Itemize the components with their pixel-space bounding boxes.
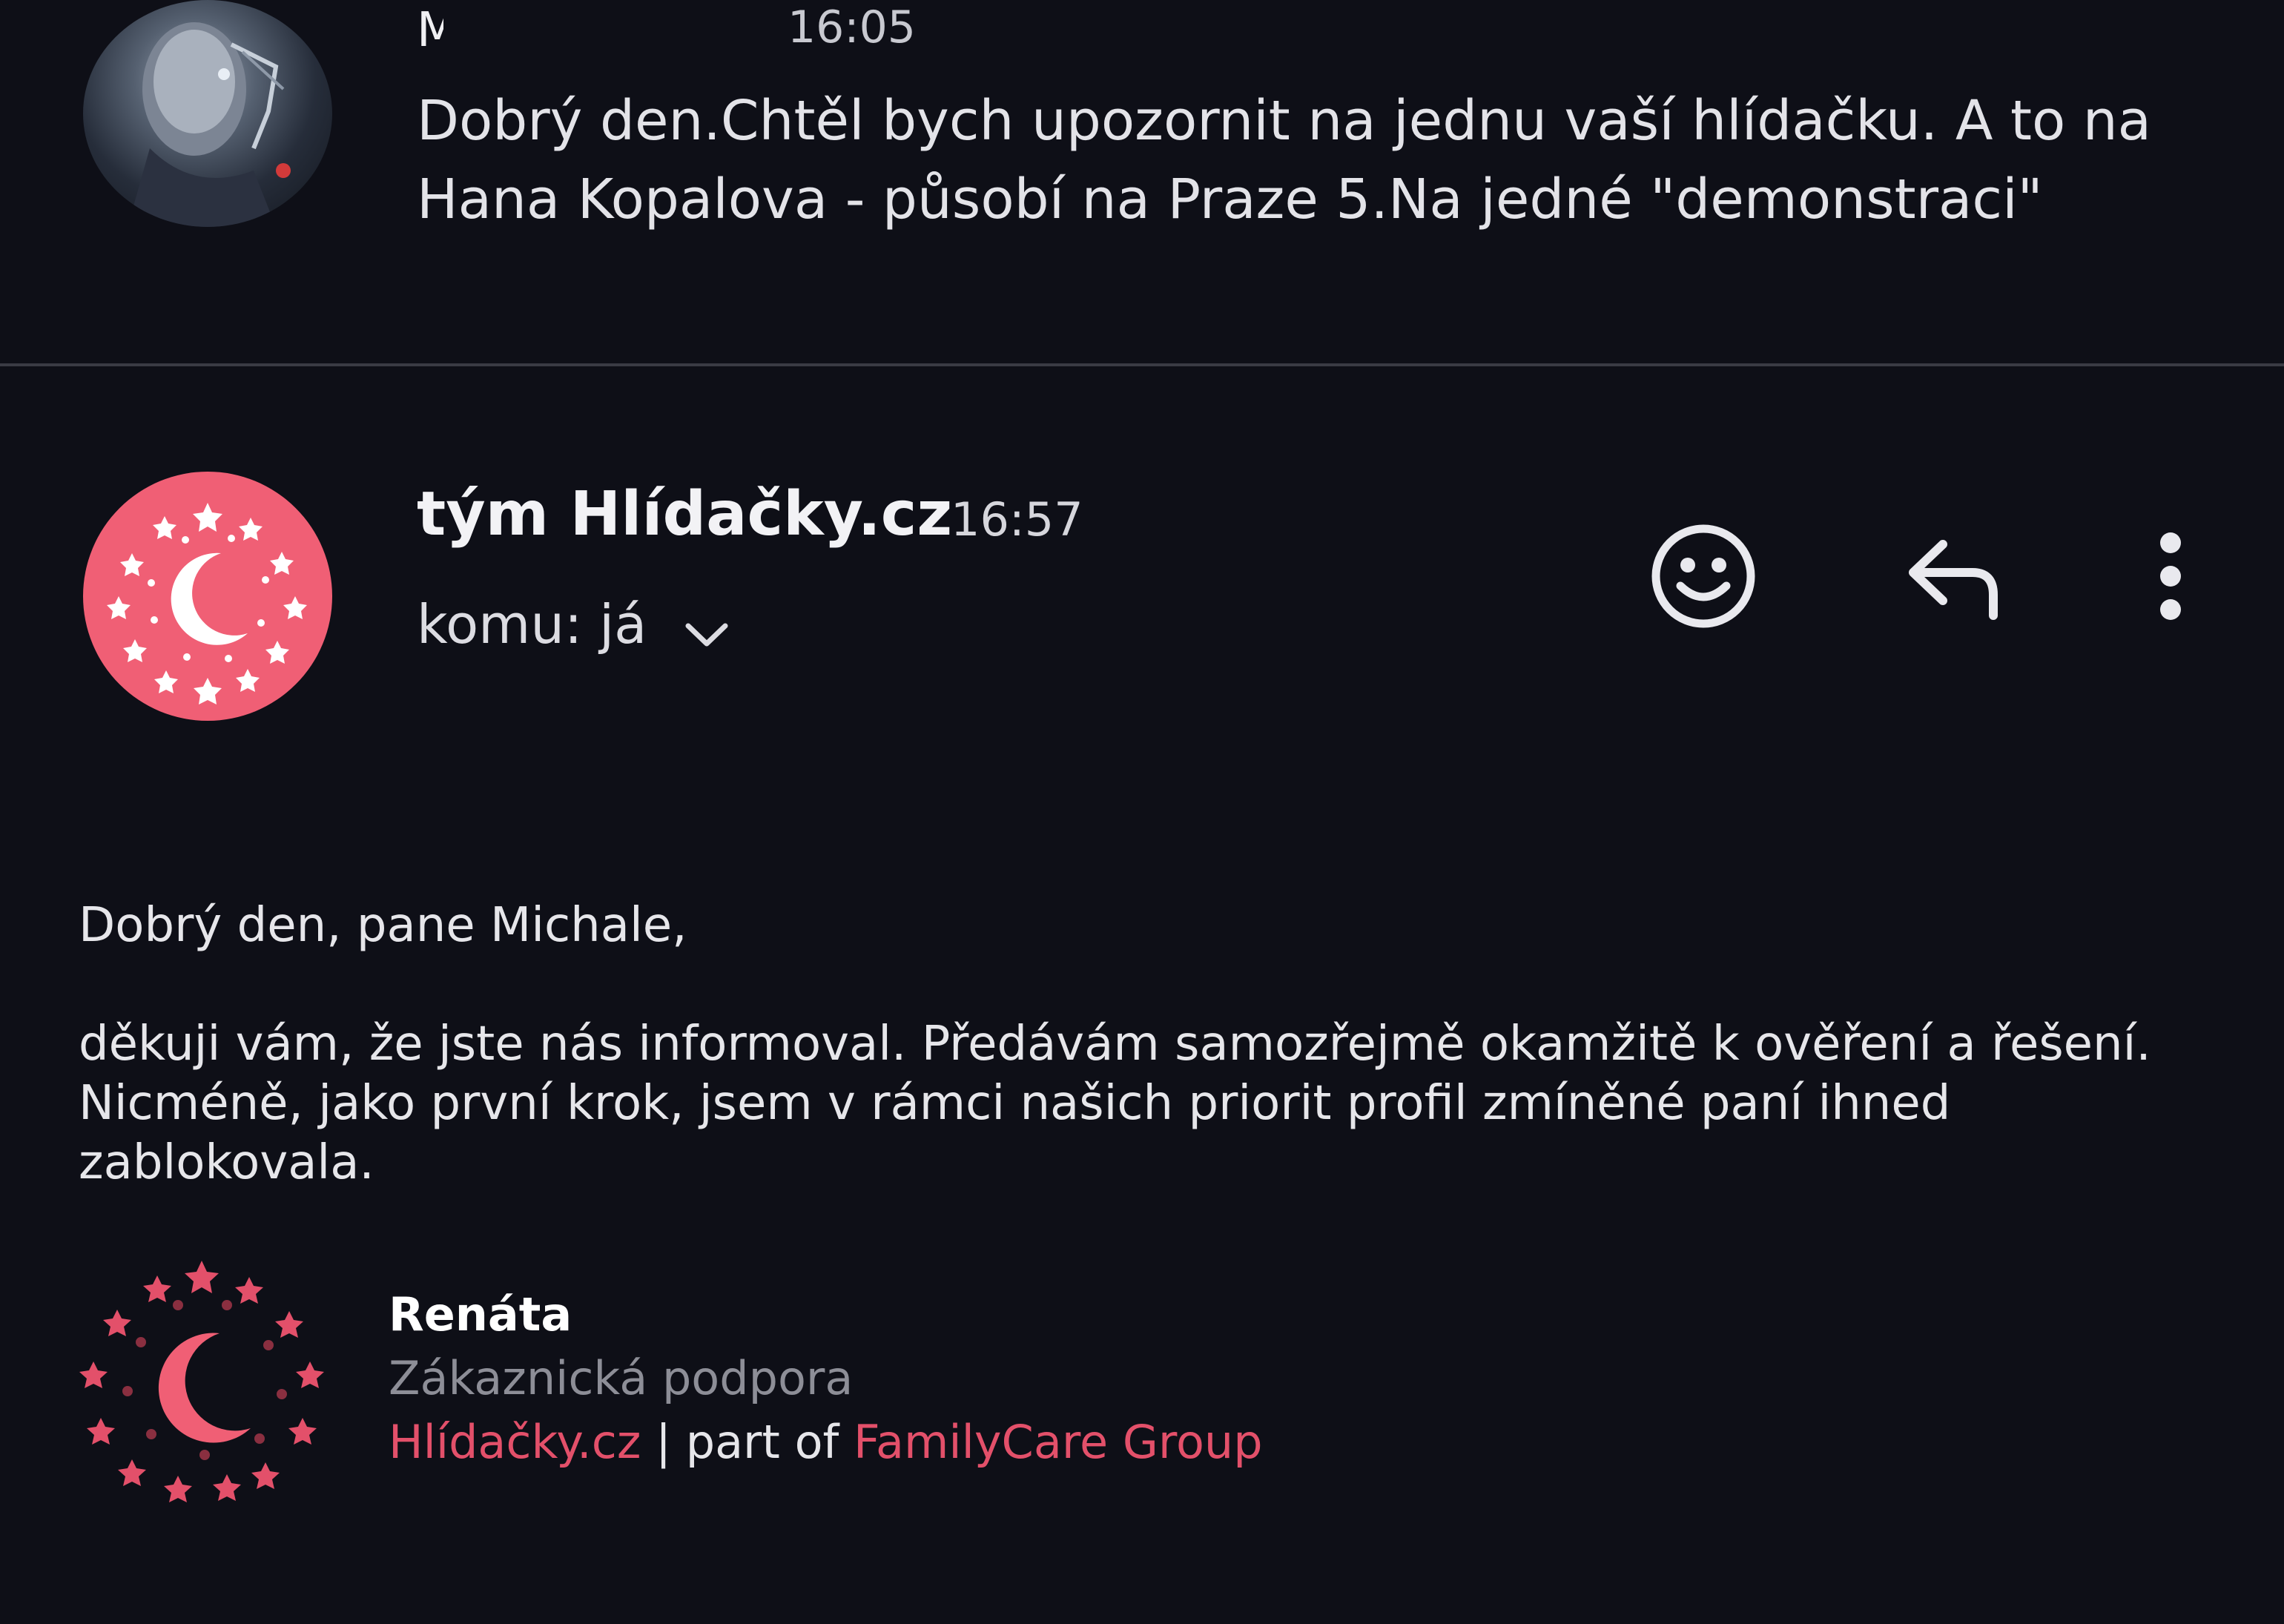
more-vert-icon: [2160, 532, 2181, 620]
signature-logo: [74, 1253, 334, 1513]
message-time: 16:57: [951, 492, 1083, 547]
redaction-bar: [443, 0, 733, 55]
recipient-line[interactable]: komu: já: [417, 593, 647, 656]
sender-avatar[interactable]: [83, 472, 332, 721]
brand-link[interactable]: Hlídačky.cz: [389, 1415, 641, 1469]
chevron-down-icon[interactable]: [681, 615, 733, 653]
signature-role: Zákaznická podpora: [389, 1351, 854, 1405]
message-preview[interactable]: Dobrý den.Chtěl bych upozornit na jednu …: [417, 82, 2226, 239]
group-link[interactable]: FamilyCare Group: [854, 1415, 1263, 1469]
more-options-button[interactable]: [2108, 513, 2234, 639]
signature-separator: | part of: [641, 1415, 854, 1469]
sender-name: tým Hlídačky.cz: [417, 479, 953, 549]
signature-name: Renáta: [389, 1287, 572, 1341]
cyborg-avatar-icon: [128, 22, 291, 227]
sender-avatar[interactable]: [83, 0, 332, 227]
reply-button[interactable]: [1891, 513, 2017, 639]
message-time: 16:05: [788, 1, 916, 53]
add-reaction-button[interactable]: [1640, 513, 1766, 639]
message-divider: [0, 363, 2284, 366]
body-greeting: Dobrý den, pane Michale,: [79, 898, 687, 953]
signature-company-line: Hlídačky.cz | part of FamilyCare Group: [389, 1415, 1263, 1469]
body-paragraph: děkuji vám, že jste nás informoval. Před…: [79, 1017, 2151, 1190]
smiley-icon: [1651, 524, 1755, 628]
reply-icon: [1909, 540, 1998, 620]
moon-stars-logo-icon: [79, 1261, 324, 1502]
moon-stars-logo-icon: [107, 503, 307, 704]
message-body: Dobrý den, pane Michale, děkuji vám, že …: [79, 896, 2259, 1192]
